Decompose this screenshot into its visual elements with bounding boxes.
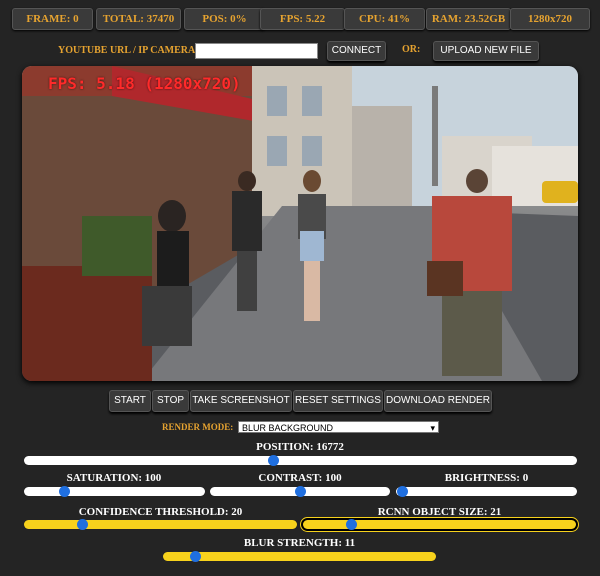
saturation-label: SATURATION: 100 xyxy=(66,472,162,484)
confidence-slider-thumb[interactable] xyxy=(77,519,89,530)
connect-button[interactable]: CONNECT xyxy=(327,41,386,61)
contrast-slider-thumb[interactable] xyxy=(295,486,306,497)
brightness-slider[interactable] xyxy=(396,486,577,497)
rcnn-size-slider[interactable] xyxy=(303,519,576,530)
position-percent-stat: POS: 0% xyxy=(184,8,265,30)
frame-stat: FRAME: 0 xyxy=(12,8,93,30)
chevron-down-icon: ▾ xyxy=(430,423,435,433)
fps-overlay: FPS: 5.18 (1280x720) xyxy=(48,74,241,93)
render-mode-select[interactable]: BLUR BACKGROUND ▾ xyxy=(238,421,439,433)
control-buttons: START STOP TAKE SCREENSHOT RESET SETTING… xyxy=(0,390,600,412)
blur-strength-slider[interactable] xyxy=(163,551,436,562)
screenshot-button[interactable]: TAKE SCREENSHOT xyxy=(190,390,292,412)
cpu-stat: CPU: 41% xyxy=(344,8,425,30)
confidence-slider[interactable] xyxy=(24,519,297,530)
download-render-button[interactable]: DOWNLOAD RENDER xyxy=(384,390,492,412)
position-slider[interactable] xyxy=(24,455,577,466)
blur-strength-slider-thumb[interactable] xyxy=(190,551,202,562)
saturation-slider[interactable] xyxy=(24,486,205,497)
resolution-stat: 1280x720 xyxy=(510,8,590,30)
street-scene-image xyxy=(22,66,578,381)
brightness-label: BRIGHTNESS: 0 xyxy=(444,472,529,484)
url-label: YOUTUBE URL / IP CAMERA: xyxy=(58,45,199,56)
video-preview: FPS: 5.18 (1280x720) xyxy=(22,66,578,381)
position-label: POSITION: 16772 xyxy=(256,441,344,453)
url-input[interactable] xyxy=(195,43,318,59)
contrast-slider[interactable] xyxy=(210,486,390,497)
start-button[interactable]: START xyxy=(109,390,151,412)
stop-button[interactable]: STOP xyxy=(152,390,189,412)
render-mode-label: RENDER MODE: xyxy=(162,422,234,432)
render-mode-value: BLUR BACKGROUND xyxy=(242,423,334,433)
stats-bar: FRAME: 0 TOTAL: 37470 POS: 0% FPS: 5.22 … xyxy=(8,8,592,30)
blur-strength-label: BLUR STRENGTH: 11 xyxy=(243,537,356,549)
ram-stat: RAM: 23.52GB xyxy=(426,8,511,30)
total-stat: TOTAL: 37470 xyxy=(96,8,181,30)
brightness-slider-thumb[interactable] xyxy=(397,486,408,497)
position-slider-thumb[interactable] xyxy=(268,455,280,466)
rcnn-size-label: RCNN OBJECT SIZE: 21 xyxy=(377,506,502,518)
reset-settings-button[interactable]: RESET SETTINGS xyxy=(293,390,383,412)
source-row: YOUTUBE URL / IP CAMERA: CONNECT OR: UPL… xyxy=(0,41,600,63)
confidence-label: CONFIDENCE THRESHOLD: 20 xyxy=(78,506,243,518)
saturation-slider-thumb[interactable] xyxy=(58,486,70,497)
fps-stat: FPS: 5.22 xyxy=(260,8,345,30)
upload-file-button[interactable]: UPLOAD NEW FILE xyxy=(433,41,539,61)
or-label: OR: xyxy=(402,44,421,55)
render-mode-row: RENDER MODE: BLUR BACKGROUND ▾ xyxy=(0,420,600,436)
contrast-label: CONTRAST: 100 xyxy=(258,472,342,484)
rcnn-size-slider-thumb[interactable] xyxy=(345,519,357,530)
